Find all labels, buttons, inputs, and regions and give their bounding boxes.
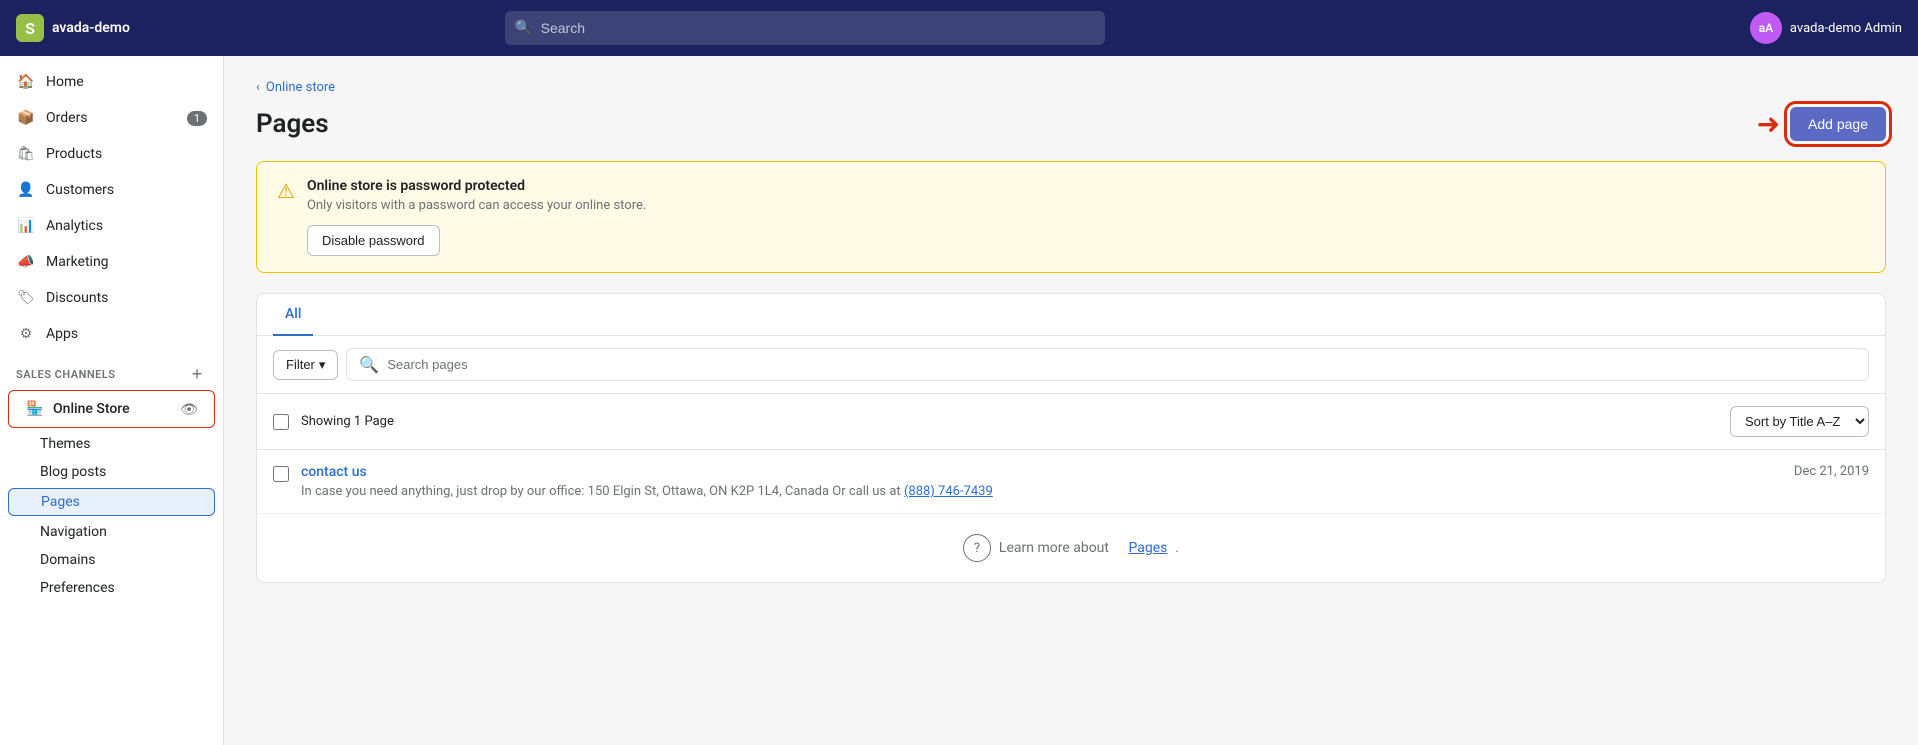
sidebar-item-orders[interactable]: 📦 Orders 1 (0, 100, 223, 136)
sidebar-label-apps: Apps (46, 326, 78, 342)
sidebar-sub-item-blog-posts[interactable]: Blog posts (0, 458, 223, 486)
sidebar-item-online-store[interactable]: 🏪 Online Store 👁 (8, 390, 215, 428)
home-icon: 🏠 (16, 72, 36, 92)
orders-icon: 📦 (16, 108, 36, 128)
sidebar-label-discounts: Discounts (46, 290, 108, 306)
main-content: ‹ Online store Pages ➜ Add page ⚠ Online… (224, 56, 1918, 745)
online-store-icon: 🏪 (25, 399, 45, 419)
warning-description: Only visitors with a password can access… (307, 198, 1865, 213)
preview-store-button[interactable]: 👁 (180, 401, 198, 418)
top-navigation: S avada-demo 🔍 aA avada-demo Admin (0, 0, 1918, 56)
table-row: contact us In case you need anything, ju… (257, 450, 1885, 514)
sidebar-label-products: Products (46, 146, 102, 162)
breadcrumb-chevron: ‹ (256, 80, 260, 95)
sidebar-label-orders: Orders (46, 110, 88, 126)
brand-logo[interactable]: S avada-demo (16, 14, 176, 42)
filter-row: Filter ▾ 🔍 (257, 336, 1885, 394)
learn-more-text-before: Learn more about (999, 540, 1109, 556)
row-checkbox[interactable] (273, 466, 289, 482)
disable-password-button[interactable]: Disable password (307, 225, 440, 256)
marketing-icon: 📣 (16, 252, 36, 272)
avatar[interactable]: aA (1750, 12, 1782, 44)
warning-content: Online store is password protected Only … (307, 178, 1865, 256)
learn-more-link[interactable]: Pages (1128, 540, 1167, 556)
warning-title: Online store is password protected (307, 178, 1865, 194)
apps-icon: ⚙ (16, 324, 36, 344)
sidebar-sub-item-themes[interactable]: Themes (0, 430, 223, 458)
search-pages-input[interactable] (387, 357, 1856, 372)
filter-chevron-icon: ▾ (319, 357, 326, 373)
orders-badge: 1 (187, 111, 207, 126)
learn-more-icon: ? (963, 534, 991, 562)
discounts-icon: 🏷 (16, 288, 36, 308)
breadcrumb-parent: Online store (266, 80, 335, 95)
analytics-icon: 📊 (16, 216, 36, 236)
tab-all[interactable]: All (273, 294, 313, 336)
online-store-label: Online Store (53, 401, 130, 417)
row-phone-link[interactable]: (888) 746-7439 (904, 484, 993, 499)
sidebar-item-customers[interactable]: 👤 Customers (0, 172, 223, 208)
tabs-bar: All (257, 294, 1885, 336)
warning-icon: ⚠ (277, 179, 295, 203)
sidebar: 🏠 Home 📦 Orders 1 🛍 Products 👤 Customers… (0, 56, 224, 745)
page-header: Pages ➜ Add page (256, 107, 1886, 141)
row-description: In case you need anything, just drop by … (301, 484, 1794, 499)
sidebar-item-marketing[interactable]: 📣 Marketing (0, 244, 223, 280)
arrow-indicator: ➜ (1757, 108, 1780, 141)
sidebar-item-products[interactable]: 🛍 Products (0, 136, 223, 172)
filter-button[interactable]: Filter ▾ (273, 350, 338, 380)
search-input[interactable] (505, 11, 1105, 45)
sidebar-sub-item-domains[interactable]: Domains (0, 546, 223, 574)
sidebar-sub-item-navigation[interactable]: Navigation (0, 518, 223, 546)
sort-select[interactable]: Sort by Title A–Z (1730, 406, 1869, 437)
select-all-checkbox[interactable] (273, 414, 289, 430)
sidebar-label-analytics: Analytics (46, 218, 103, 234)
row-content: contact us In case you need anything, ju… (301, 464, 1794, 499)
sidebar-label-home: Home (46, 74, 84, 90)
sidebar-label-customers: Customers (46, 182, 114, 198)
learn-more-section: ? Learn more about Pages. (257, 514, 1885, 582)
sidebar-item-apps[interactable]: ⚙ Apps (0, 316, 223, 352)
shopify-logo-icon: S (16, 14, 44, 42)
sidebar-sub-item-pages[interactable]: Pages (8, 488, 215, 516)
add-page-btn-wrapper: ➜ Add page (1790, 107, 1886, 141)
sales-channels-title: SALES CHANNELS + (0, 352, 223, 388)
products-icon: 🛍 (16, 144, 36, 164)
page-title: Pages (256, 109, 329, 139)
breadcrumb[interactable]: ‹ Online store (256, 80, 1886, 95)
username-label: avada-demo Admin (1790, 21, 1902, 36)
search-icon: 🔍 (515, 20, 532, 36)
search-pages-container: 🔍 (346, 348, 1869, 381)
top-nav-right: aA avada-demo Admin (1750, 12, 1902, 44)
sidebar-item-analytics[interactable]: 📊 Analytics (0, 208, 223, 244)
customers-icon: 👤 (16, 180, 36, 200)
table-header-row: Showing 1 Page Sort by Title A–Z (257, 394, 1885, 450)
sidebar-item-home[interactable]: 🏠 Home (0, 64, 223, 100)
sidebar-label-marketing: Marketing (46, 254, 109, 270)
row-title[interactable]: contact us (301, 464, 1794, 480)
sidebar-item-discounts[interactable]: 🏷 Discounts (0, 280, 223, 316)
row-date: Dec 21, 2019 (1794, 464, 1869, 479)
warning-banner: ⚠ Online store is password protected Onl… (256, 161, 1886, 273)
showing-count: Showing 1 Page (301, 414, 394, 429)
sidebar-sub-item-preferences[interactable]: Preferences (0, 574, 223, 602)
pages-card: All Filter ▾ 🔍 Showing 1 Page Sor (256, 293, 1886, 583)
add-sales-channel-button[interactable]: + (187, 364, 207, 384)
brand-name: avada-demo (52, 20, 130, 36)
search-pages-icon: 🔍 (359, 355, 379, 374)
add-page-button[interactable]: Add page (1790, 107, 1886, 141)
search-container: 🔍 (505, 11, 1105, 45)
